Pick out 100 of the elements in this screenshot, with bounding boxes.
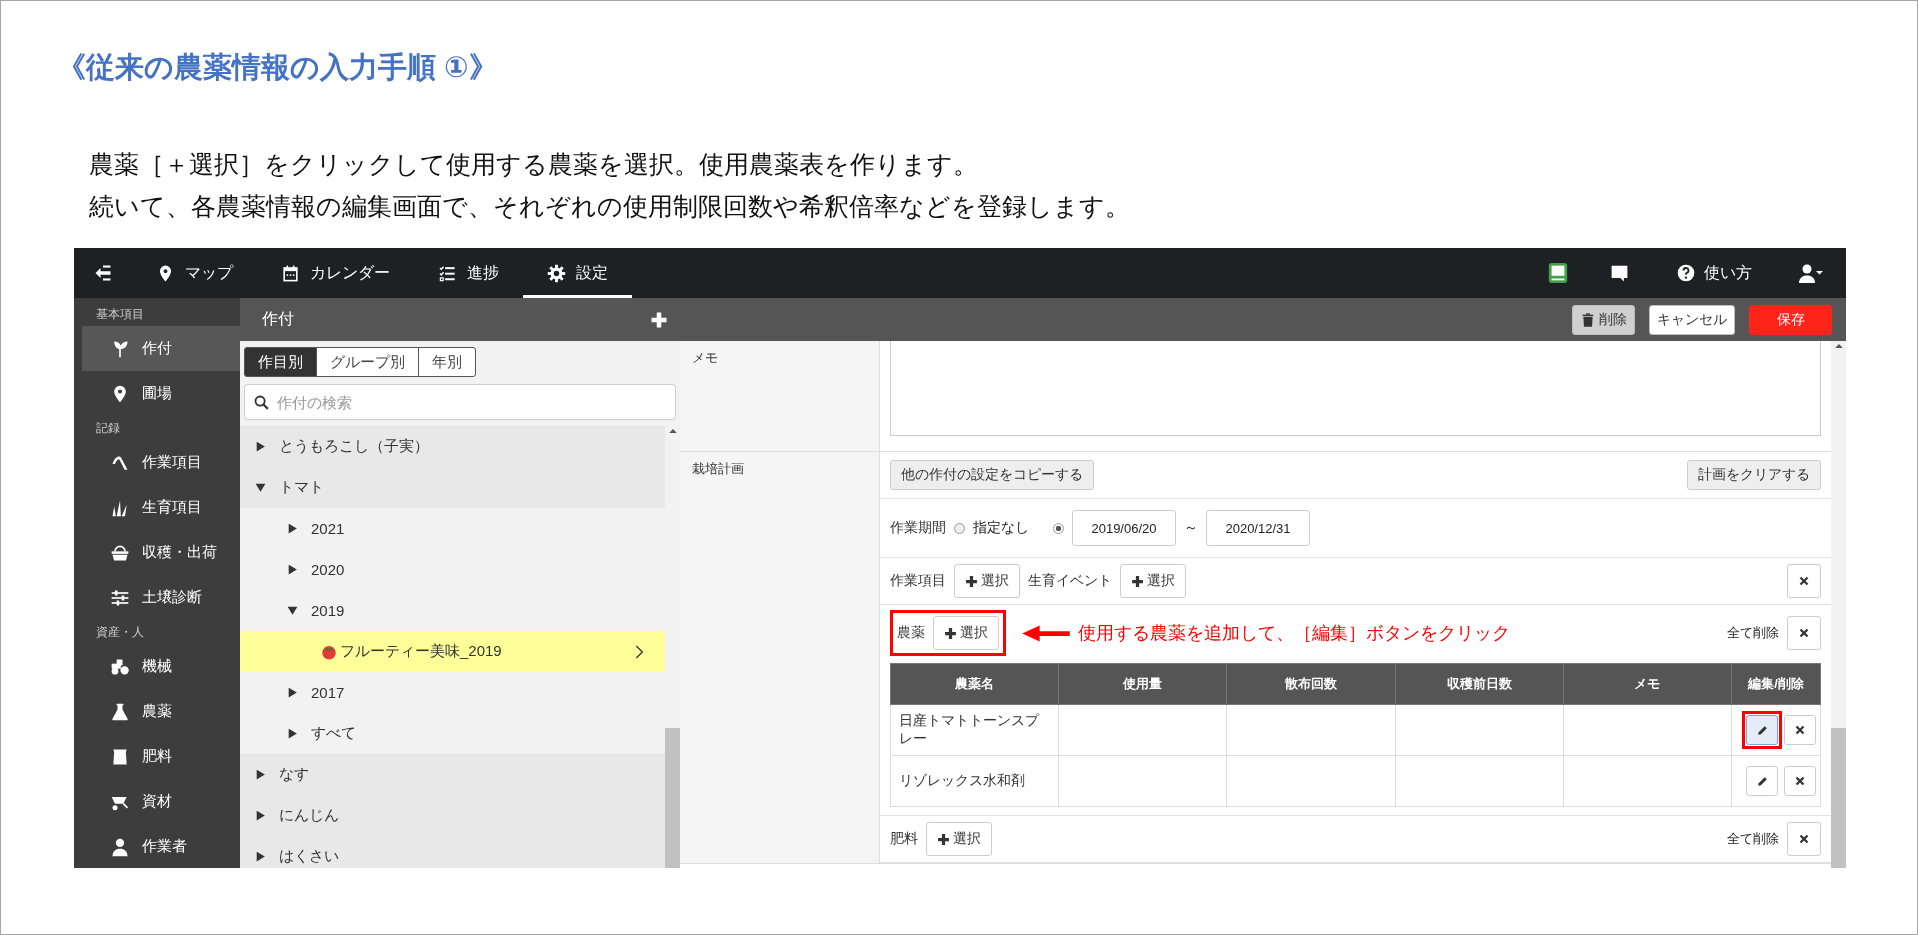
save-button[interactable]: 保存 xyxy=(1749,304,1832,335)
remove-button[interactable] xyxy=(1787,616,1821,650)
column-header: 収穫前日数 xyxy=(1395,663,1564,705)
search-icon xyxy=(253,394,270,411)
nav-tab[interactable]: 進捗 xyxy=(414,248,523,298)
field-label: 肥料 xyxy=(890,830,918,848)
table-cell: 日産トマトトーンスプレー xyxy=(890,704,1059,756)
delete-all-label: 全て削除 xyxy=(1727,624,1779,642)
plus-icon xyxy=(1131,574,1144,588)
column-header: 散布回数 xyxy=(1226,663,1396,705)
select-button[interactable]: 選択 xyxy=(926,822,992,856)
clear-plan-button[interactable]: 計画をクリアする xyxy=(1687,460,1821,490)
select-button[interactable]: 選択 xyxy=(1120,564,1186,598)
sidebar-item[interactable]: 作業項目 xyxy=(82,440,240,485)
scrollbar-thumb[interactable] xyxy=(665,728,680,868)
tree-item-label: なす xyxy=(279,765,309,784)
date-field[interactable]: 2019/06/20 xyxy=(1072,510,1176,546)
cancel-button[interactable]: キャンセル xyxy=(1649,304,1735,335)
delete-all-label: 全て削除 xyxy=(1727,830,1779,848)
help-link[interactable]: 使い方 xyxy=(1650,248,1778,298)
x-icon xyxy=(1794,775,1806,787)
scrollbar[interactable] xyxy=(1831,341,1846,868)
filter-tab[interactable]: 作目別 xyxy=(244,347,317,377)
field-label: 作業期間 xyxy=(890,519,946,537)
tree-item[interactable]: なす xyxy=(240,754,665,795)
help-icon xyxy=(1676,263,1696,283)
option-label: 指定なし xyxy=(973,519,1029,537)
column-header: 農薬名 xyxy=(890,663,1059,705)
tree-item[interactable]: にんじん xyxy=(240,795,665,836)
sidebar-item[interactable]: 土壌診断 xyxy=(82,575,240,620)
radio-button[interactable] xyxy=(1053,522,1064,534)
field-label: 生育イベント xyxy=(1028,572,1112,590)
x-icon xyxy=(1798,575,1810,587)
remove-button[interactable] xyxy=(1787,564,1821,598)
filter-tab[interactable]: 年別 xyxy=(418,347,476,377)
select-button[interactable]: 選択 xyxy=(933,616,999,650)
remove-button[interactable] xyxy=(1787,822,1821,856)
pencil-icon xyxy=(1755,774,1769,788)
person-icon xyxy=(110,836,130,857)
plus-icon xyxy=(944,626,957,640)
sidebar-item[interactable]: 機械 xyxy=(82,644,240,689)
tree-item-label: 2021 xyxy=(311,520,345,537)
annotation-arrow xyxy=(1022,623,1070,643)
tree-item-label: 2017 xyxy=(311,684,345,701)
tree-item[interactable]: はくさい xyxy=(240,836,665,868)
plus-icon xyxy=(937,832,950,846)
plus-icon xyxy=(965,574,978,588)
tree-item[interactable]: 2021 xyxy=(240,508,665,549)
nav-tab[interactable]: マップ xyxy=(132,248,257,298)
tree-item[interactable]: すべて xyxy=(240,713,665,754)
tree-item-label: 2020 xyxy=(311,561,345,578)
tree-item[interactable]: トマト xyxy=(240,467,665,508)
sidebar-item[interactable]: 肥料 xyxy=(82,734,240,779)
sidebar-item[interactable]: 資材 xyxy=(82,779,240,824)
settings-icon xyxy=(547,263,566,283)
flask-icon xyxy=(110,701,130,722)
sidebar-item[interactable]: 作業者 xyxy=(82,824,240,868)
tree-item-label: 2019 xyxy=(311,602,345,619)
nav-tab[interactable]: カレンダー xyxy=(257,248,414,298)
radio-button[interactable] xyxy=(954,522,965,534)
remove-button[interactable] xyxy=(1784,715,1816,745)
x-icon xyxy=(1794,724,1806,736)
tree-item-label: はくさい xyxy=(279,847,339,866)
tree-item[interactable]: とうもろこし（子実） xyxy=(240,426,665,467)
description-text: 続いて、各農薬情報の編集画面で、それぞれの使用制限回数や希釈倍率などを登録します。 xyxy=(89,191,1131,222)
sidebar-item[interactable]: 収穫・出荷 xyxy=(82,530,240,575)
remove-button[interactable] xyxy=(1784,766,1816,796)
copy-settings-button[interactable]: 他の作付の設定をコピーする xyxy=(890,460,1094,490)
collapse-menu-icon xyxy=(93,263,113,283)
date-field[interactable]: 2020/12/31 xyxy=(1206,510,1310,546)
add-button[interactable] xyxy=(650,310,668,329)
tree-item-label: フルーティー美味_2019 xyxy=(340,642,502,661)
column-header: メモ xyxy=(1563,663,1732,705)
sidebar-item[interactable]: 作付 xyxy=(82,326,240,371)
table-cell: リゾレックス水和剤 xyxy=(890,755,1059,807)
delete-button[interactable]: 削除 xyxy=(1572,304,1635,335)
tree-item[interactable]: 2019 xyxy=(240,590,665,631)
tree-item[interactable]: フルーティー美味_2019 xyxy=(240,631,665,672)
description-text: 農薬［＋選択］をクリックして使用する農薬を選択。使用農薬表を作ります。 xyxy=(89,149,979,180)
scrollbar-thumb[interactable] xyxy=(1831,728,1846,868)
x-icon xyxy=(1798,833,1810,845)
sidebar-section-title: 基本項目 xyxy=(95,306,145,323)
edit-button[interactable] xyxy=(1746,766,1778,796)
filter-tab[interactable]: グループ別 xyxy=(316,347,419,377)
tree-item[interactable]: 2020 xyxy=(240,549,665,590)
column-header: 使用量 xyxy=(1058,663,1227,705)
sidebar-item[interactable]: 圃場 xyxy=(82,371,240,416)
field-label: 農薬 xyxy=(897,624,925,642)
sidebar-item[interactable]: 農薬 xyxy=(82,689,240,734)
tree-item-label: とうもろこし（子実） xyxy=(279,437,429,456)
trash-icon xyxy=(1580,311,1596,328)
range-separator: ～ xyxy=(1184,519,1198,537)
tree-item-label: トマト xyxy=(279,478,324,497)
select-button[interactable]: 選択 xyxy=(954,564,1020,598)
book-icon xyxy=(1547,262,1569,284)
slide-title: 《従来の農薬情報の入力手順 ①》 xyxy=(57,50,499,85)
search-field[interactable]: 作付の検索 xyxy=(244,384,676,420)
tree-item[interactable]: 2017 xyxy=(240,672,665,713)
sidebar-item[interactable]: 生育項目 xyxy=(82,485,240,530)
scroll-up-icon xyxy=(667,426,678,436)
